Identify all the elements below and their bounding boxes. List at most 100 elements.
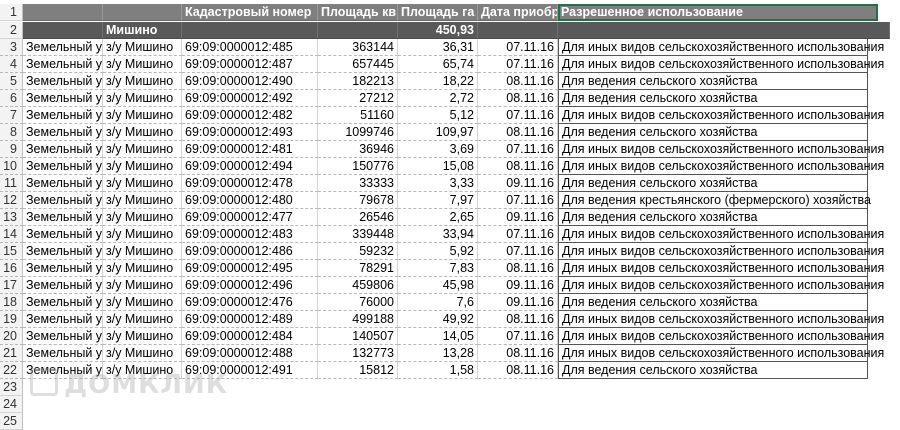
cell-cadastral[interactable]: 69:09:0000012:485 [182,39,318,56]
header-cell-type[interactable] [23,4,103,21]
cell-area-ha[interactable]: 2,65 [398,209,478,226]
row-number[interactable]: 23 [0,379,23,396]
cell-type[interactable]: Земельный у [23,362,103,379]
cell-name[interactable]: з/у Мишино [103,311,182,328]
cell-name[interactable]: з/у Мишино [103,345,182,362]
header-cell-use[interactable]: Разрешенное использование [558,4,878,21]
cell-area-sqm[interactable]: 33333 [318,175,398,192]
cell-cadastral[interactable]: 69:09:0000012:492 [182,90,318,107]
cell-name[interactable]: з/у Мишино [103,362,182,379]
row-number[interactable]: 7 [0,107,23,124]
cell-area-sqm[interactable]: 459806 [318,277,398,294]
cell-name[interactable]: з/у Мишино [103,294,182,311]
cell-area-sqm[interactable]: 51160 [318,107,398,124]
cell-use[interactable]: Для иных видов сельскохозяйственного исп… [558,328,884,345]
cell-name[interactable]: з/у Мишино [103,243,182,260]
cell-date[interactable]: 07.11.16 [478,107,558,124]
cell-type[interactable]: Земельный у [23,73,103,90]
cell-area-ha[interactable]: 33,94 [398,226,478,243]
row-number[interactable]: 17 [0,277,23,294]
cell-use[interactable]: Для ведения сельского хозяйства [558,209,868,226]
cell-use[interactable]: Для ведения сельского хозяйства [558,90,868,107]
cell-type[interactable]: Земельный у [23,277,103,294]
cell-use[interactable]: Для иных видов сельскохозяйственного исп… [558,243,884,260]
row-number[interactable]: 12 [0,192,23,209]
group-cell[interactable] [182,22,318,39]
cell-use[interactable]: Для иных видов сельскохозяйственного исп… [558,277,884,294]
cell-date[interactable]: 08.11.16 [478,73,558,90]
cell-cadastral[interactable]: 69:09:0000012:487 [182,56,318,73]
cell-area-ha[interactable]: 5,12 [398,107,478,124]
cell-cadastral[interactable]: 69:09:0000012:477 [182,209,318,226]
cell-cadastral[interactable]: 69:09:0000012:490 [182,73,318,90]
cell-type[interactable]: Земельный у [23,158,103,175]
cell-date[interactable]: 07.11.16 [478,192,558,209]
cell-area-sqm[interactable]: 15812 [318,362,398,379]
header-cell-cadastral[interactable]: Кадастровый номер [182,4,318,21]
cell-type[interactable]: Земельный у [23,39,103,56]
cell-name[interactable]: з/у Мишино [103,209,182,226]
row-number[interactable]: 8 [0,124,23,141]
cell-use[interactable]: Для иных видов сельскохозяйственного исп… [558,141,884,158]
cell-date[interactable]: 08.11.16 [478,260,558,277]
row-number[interactable]: 11 [0,175,23,192]
header-cell-area-sqm[interactable]: Площадь кв [318,4,398,21]
row-number[interactable]: 2 [0,22,23,39]
cell-date[interactable]: 08.11.16 [478,158,558,175]
cell-area-sqm[interactable]: 1099746 [318,124,398,141]
cell-date[interactable]: 07.11.16 [478,39,558,56]
cell-use[interactable]: Для ведения сельского хозяйства [558,73,868,90]
header-cell-name[interactable] [103,4,182,21]
group-cell[interactable] [558,22,890,39]
cell-type[interactable]: Земельный у [23,243,103,260]
cell-cadastral[interactable]: 69:09:0000012:483 [182,226,318,243]
cell-cadastral[interactable]: 69:09:0000012:496 [182,277,318,294]
cell-area-ha[interactable]: 1,58 [398,362,478,379]
row-number[interactable]: 24 [0,396,23,413]
row-number[interactable]: 19 [0,311,23,328]
cell-cadastral[interactable]: 69:09:0000012:481 [182,141,318,158]
group-cell[interactable] [23,22,103,39]
cell-area-sqm[interactable]: 79678 [318,192,398,209]
cell-area-sqm[interactable]: 182213 [318,73,398,90]
cell-type[interactable]: Земельный у [23,192,103,209]
cell-area-ha[interactable]: 2,72 [398,90,478,107]
cell-area-ha[interactable]: 15,08 [398,158,478,175]
cell-date[interactable]: 07.11.16 [478,141,558,158]
cell-name[interactable]: з/у Мишино [103,226,182,243]
cell-area-ha[interactable]: 45,98 [398,277,478,294]
cell-type[interactable]: Земельный у [23,175,103,192]
cell-use[interactable]: Для иных видов сельскохозяйственного исп… [558,260,884,277]
cell-area-sqm[interactable]: 27212 [318,90,398,107]
cell-date[interactable]: 09.11.16 [478,294,558,311]
cell-type[interactable]: Земельный у [23,345,103,362]
cell-date[interactable]: 07.11.16 [478,243,558,260]
cell-name[interactable]: з/у Мишино [103,175,182,192]
cell-area-sqm[interactable]: 499188 [318,311,398,328]
cell-area-sqm[interactable]: 140507 [318,328,398,345]
cell-name[interactable]: з/у Мишино [103,158,182,175]
cell-use[interactable]: Для ведения крестьянского (фермерского) … [558,192,871,209]
cell-type[interactable]: Земельный у [23,328,103,345]
cell-use[interactable]: Для иных видов сельскохозяйственного исп… [558,345,884,362]
cell-date[interactable]: 07.11.16 [478,226,558,243]
header-cell-area-ha[interactable]: Площадь га [398,4,478,21]
row-number[interactable]: 20 [0,328,23,345]
cell-cadastral[interactable]: 69:09:0000012:488 [182,345,318,362]
cell-date[interactable]: 07.11.16 [478,328,558,345]
cell-cadastral[interactable]: 69:09:0000012:486 [182,243,318,260]
cell-area-ha[interactable]: 3,33 [398,175,478,192]
cell-area-sqm[interactable]: 150776 [318,158,398,175]
cell-name[interactable]: з/у Мишино [103,39,182,56]
row-number[interactable]: 9 [0,141,23,158]
cell-use[interactable]: Для ведения сельского хозяйства [558,362,868,379]
cell-cadastral[interactable]: 69:09:0000012:476 [182,294,318,311]
cell-area-ha[interactable]: 5,92 [398,243,478,260]
cell-name[interactable]: з/у Мишино [103,56,182,73]
cell-use[interactable]: Для ведения сельского хозяйства [558,175,868,192]
cell-cadastral[interactable]: 69:09:0000012:495 [182,260,318,277]
cell-area-sqm[interactable]: 36946 [318,141,398,158]
group-total-ha[interactable]: 450,93 [398,22,478,39]
cell-use[interactable]: Для ведения сельского хозяйства [558,294,868,311]
cell-area-sqm[interactable]: 78291 [318,260,398,277]
